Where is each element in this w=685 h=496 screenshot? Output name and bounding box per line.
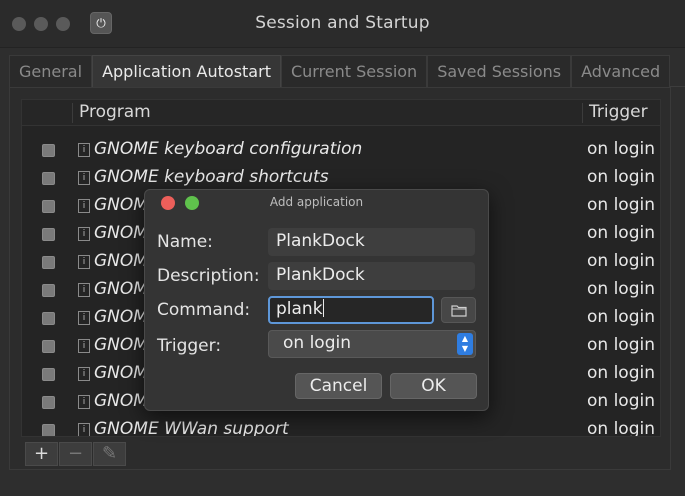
edit-icon: ✎ <box>101 443 118 464</box>
ok-button[interactable]: OK <box>390 373 477 399</box>
program-trigger: on login <box>587 167 655 187</box>
program-name: GNOM <box>94 223 148 243</box>
text-caret <box>322 299 324 317</box>
enable-checkbox[interactable] <box>42 396 55 409</box>
program-trigger: on login <box>587 419 655 437</box>
description-label: Description: <box>157 266 260 286</box>
program-name: GNOM <box>94 307 148 327</box>
name-label: Name: <box>157 232 213 252</box>
program-name: GNOM <box>94 279 148 299</box>
program-name: GNOM <box>94 335 148 355</box>
column-header-trigger[interactable]: Trigger <box>589 102 648 122</box>
description-field[interactable]: PlankDock <box>268 262 475 290</box>
folder-icon <box>450 304 467 317</box>
program-trigger: on login <box>587 195 655 215</box>
application-icon: i <box>78 339 90 353</box>
tab-advanced[interactable]: Advanced <box>571 55 671 87</box>
remove-application-button[interactable]: − <box>59 442 92 466</box>
cancel-button[interactable]: Cancel <box>295 373 382 399</box>
enable-checkbox[interactable] <box>42 144 55 157</box>
column-separator <box>72 103 73 123</box>
tab-general[interactable]: General <box>9 55 93 87</box>
list-item[interactable]: i GNOME keyboard configuration on login <box>22 136 660 164</box>
name-field[interactable]: PlankDock <box>268 228 475 256</box>
enable-checkbox[interactable] <box>42 284 55 297</box>
updown-chevron-icon: ▲ ▼ <box>457 333 473 355</box>
program-name: GNOM <box>94 251 148 271</box>
tab-saved-sessions[interactable]: Saved Sessions <box>427 55 572 87</box>
program-trigger: on login <box>587 363 655 383</box>
enable-checkbox[interactable] <box>42 200 55 213</box>
application-icon: i <box>78 171 90 185</box>
program-trigger: on login <box>587 139 655 159</box>
dialog-title: Add application <box>269 195 364 209</box>
dialog-title-bar: Add application <box>145 190 488 218</box>
program-trigger: on login <box>587 391 655 411</box>
enable-checkbox[interactable] <box>42 424 55 436</box>
program-name: GNOM <box>94 363 148 383</box>
enable-checkbox[interactable] <box>42 256 55 269</box>
command-field[interactable]: plank <box>268 296 434 324</box>
application-icon: i <box>78 143 90 157</box>
tab-bar: General Application Autostart Current Se… <box>9 55 685 87</box>
trigger-selected-value: on login <box>283 333 351 353</box>
program-name: GNOME keyboard shortcuts <box>94 167 329 187</box>
list-item[interactable]: i GNOME WWan support on login <box>22 416 660 437</box>
list-header: Program Trigger <box>22 100 660 126</box>
trigger-label: Trigger: <box>157 336 222 356</box>
enable-checkbox[interactable] <box>42 312 55 325</box>
column-separator <box>582 103 583 123</box>
program-trigger: on login <box>587 251 655 271</box>
edit-application-button[interactable]: ✎ <box>93 442 126 466</box>
application-icon: i <box>78 367 90 381</box>
application-icon: i <box>78 283 90 297</box>
program-name: GNOM <box>94 391 148 411</box>
browse-button[interactable] <box>441 297 476 323</box>
tab-current-session[interactable]: Current Session <box>280 55 428 87</box>
command-value: plank <box>276 299 323 319</box>
list-item[interactable]: i GNOME keyboard shortcuts on login <box>22 164 660 192</box>
command-label: Command: <box>157 300 251 320</box>
application-icon: i <box>78 227 90 241</box>
enable-checkbox[interactable] <box>42 228 55 241</box>
application-icon: i <box>78 395 90 409</box>
program-name: GNOME WWan support <box>94 419 289 437</box>
program-name: GNOM <box>94 195 148 215</box>
application-icon: i <box>78 255 90 269</box>
session-startup-window: ⏻ Session and Startup General Applicatio… <box>0 0 685 496</box>
program-trigger: on login <box>587 223 655 243</box>
program-trigger: on login <box>587 335 655 355</box>
application-icon: i <box>78 423 90 436</box>
column-header-program[interactable]: Program <box>79 102 151 122</box>
application-icon: i <box>78 311 90 325</box>
enable-checkbox[interactable] <box>42 172 55 185</box>
program-trigger: on login <box>587 279 655 299</box>
tab-application-autostart[interactable]: Application Autostart <box>92 55 281 87</box>
trigger-select[interactable]: on login ▲ ▼ <box>268 330 476 358</box>
add-application-dialog: Add application Name: PlankDock Descript… <box>144 189 489 411</box>
enable-checkbox[interactable] <box>42 368 55 381</box>
title-bar: ⏻ Session and Startup <box>0 0 685 48</box>
application-icon: i <box>78 199 90 213</box>
program-name: GNOME keyboard configuration <box>94 139 363 159</box>
enable-checkbox[interactable] <box>42 340 55 353</box>
window-title: Session and Startup <box>255 13 430 33</box>
list-toolbar: + − ✎ <box>25 442 127 468</box>
program-trigger: on login <box>587 307 655 327</box>
add-application-button[interactable]: + <box>25 442 58 466</box>
